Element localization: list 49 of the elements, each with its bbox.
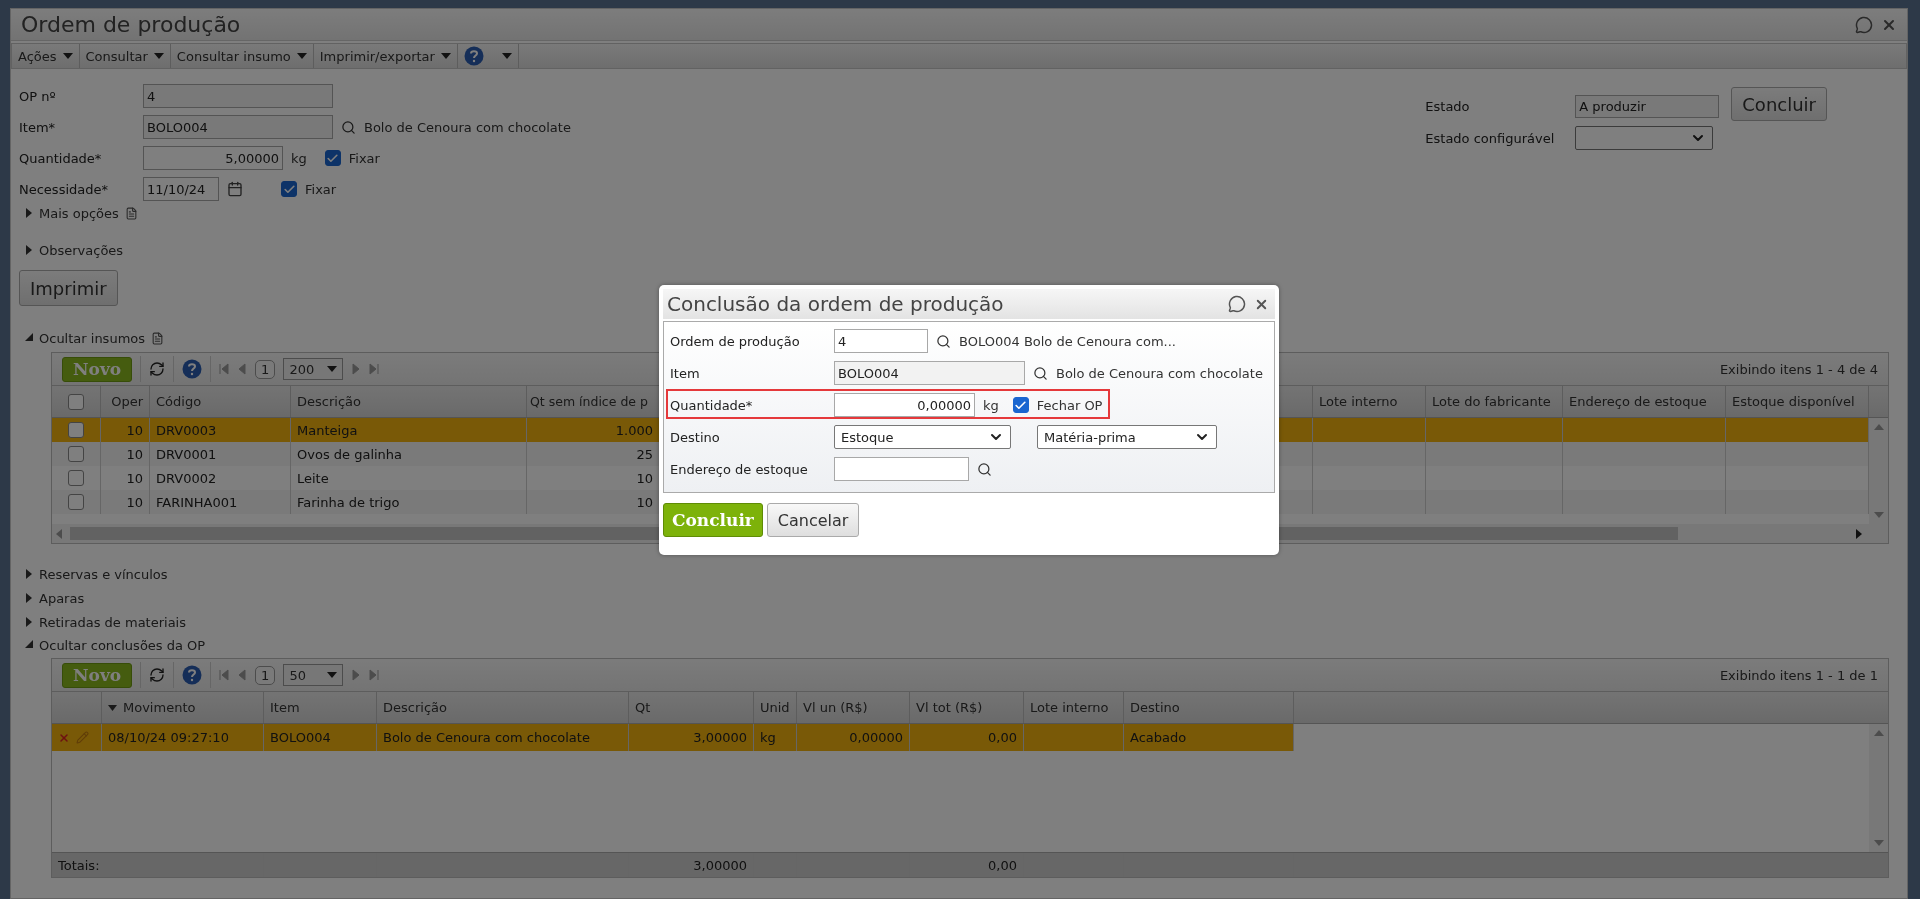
totals-label: Totais:: [58, 857, 100, 873]
table-cell: 10: [126, 422, 143, 438]
checkbox-label: Fechar OP: [1036, 397, 1103, 413]
table-cell: Acabado: [1130, 730, 1187, 745]
table-cell: 25: [636, 446, 653, 462]
table-cell: DRV0003: [156, 422, 217, 438]
item-description: Bolo de Cenoura com chocolate: [1056, 365, 1263, 381]
checkbox-label: Fixar: [348, 150, 380, 166]
table-cell: Manteiga: [297, 422, 358, 438]
table-cell: 10: [126, 494, 143, 510]
unit-label: kg: [291, 150, 307, 166]
field-label: Destino: [670, 429, 721, 445]
dialog-title: Conclusão da ordem de produção: [667, 292, 1004, 316]
table-cell: 10: [126, 470, 143, 486]
table-cell: DRV0001: [156, 446, 217, 462]
table-cell: 08/10/24 09:27:10: [108, 730, 229, 745]
field-label: Quantidade*: [19, 150, 103, 166]
item-description: Bolo de Cenoura com chocolate: [364, 119, 571, 135]
field-label: Quantidade*: [670, 397, 754, 413]
table-cell: 10: [636, 470, 653, 486]
table-cell: DRV0002: [156, 470, 217, 486]
table-cell: 10: [636, 494, 653, 510]
table-cell: kg: [760, 730, 776, 745]
item-count: Exibindo itens 1 - 4 de 4: [1719, 361, 1878, 377]
item-count: Exibindo itens 1 - 1 de 1: [1719, 667, 1878, 683]
field-label: Estado configurável: [1425, 130, 1556, 146]
checkbox-label: Fixar: [305, 181, 337, 197]
table-cell: BOLO004: [270, 730, 331, 745]
table-cell: Farinha de trigo: [297, 494, 400, 510]
table-cell: Leite: [297, 470, 329, 486]
field-label: Item*: [19, 119, 57, 135]
table-cell: 10: [126, 446, 143, 462]
unit-label: kg: [983, 397, 999, 413]
window-title: Ordem de produção: [21, 12, 241, 37]
field-label: Estado: [1425, 98, 1471, 114]
table-cell: 0,00: [988, 857, 1017, 873]
table-cell: 0,00: [988, 730, 1017, 745]
table-cell: Bolo de Cenoura com chocolate: [383, 730, 590, 745]
field-label: OP nº: [19, 88, 57, 104]
field-label: Necessidade*: [19, 181, 109, 197]
table-cell: Ovos de galinha: [297, 446, 403, 462]
field-label: Item: [670, 365, 701, 381]
table-cell: 0,00000: [849, 730, 903, 745]
table-cell: FARINHA001: [156, 494, 238, 510]
table-cell: 3,00000: [693, 730, 747, 745]
table-cell: 1.000: [615, 422, 653, 438]
item-description: BOLO004 Bolo de Cenoura com...: [959, 333, 1176, 349]
field-label: Ordem de produção: [670, 333, 801, 349]
table-cell: 3,00000: [693, 857, 747, 873]
